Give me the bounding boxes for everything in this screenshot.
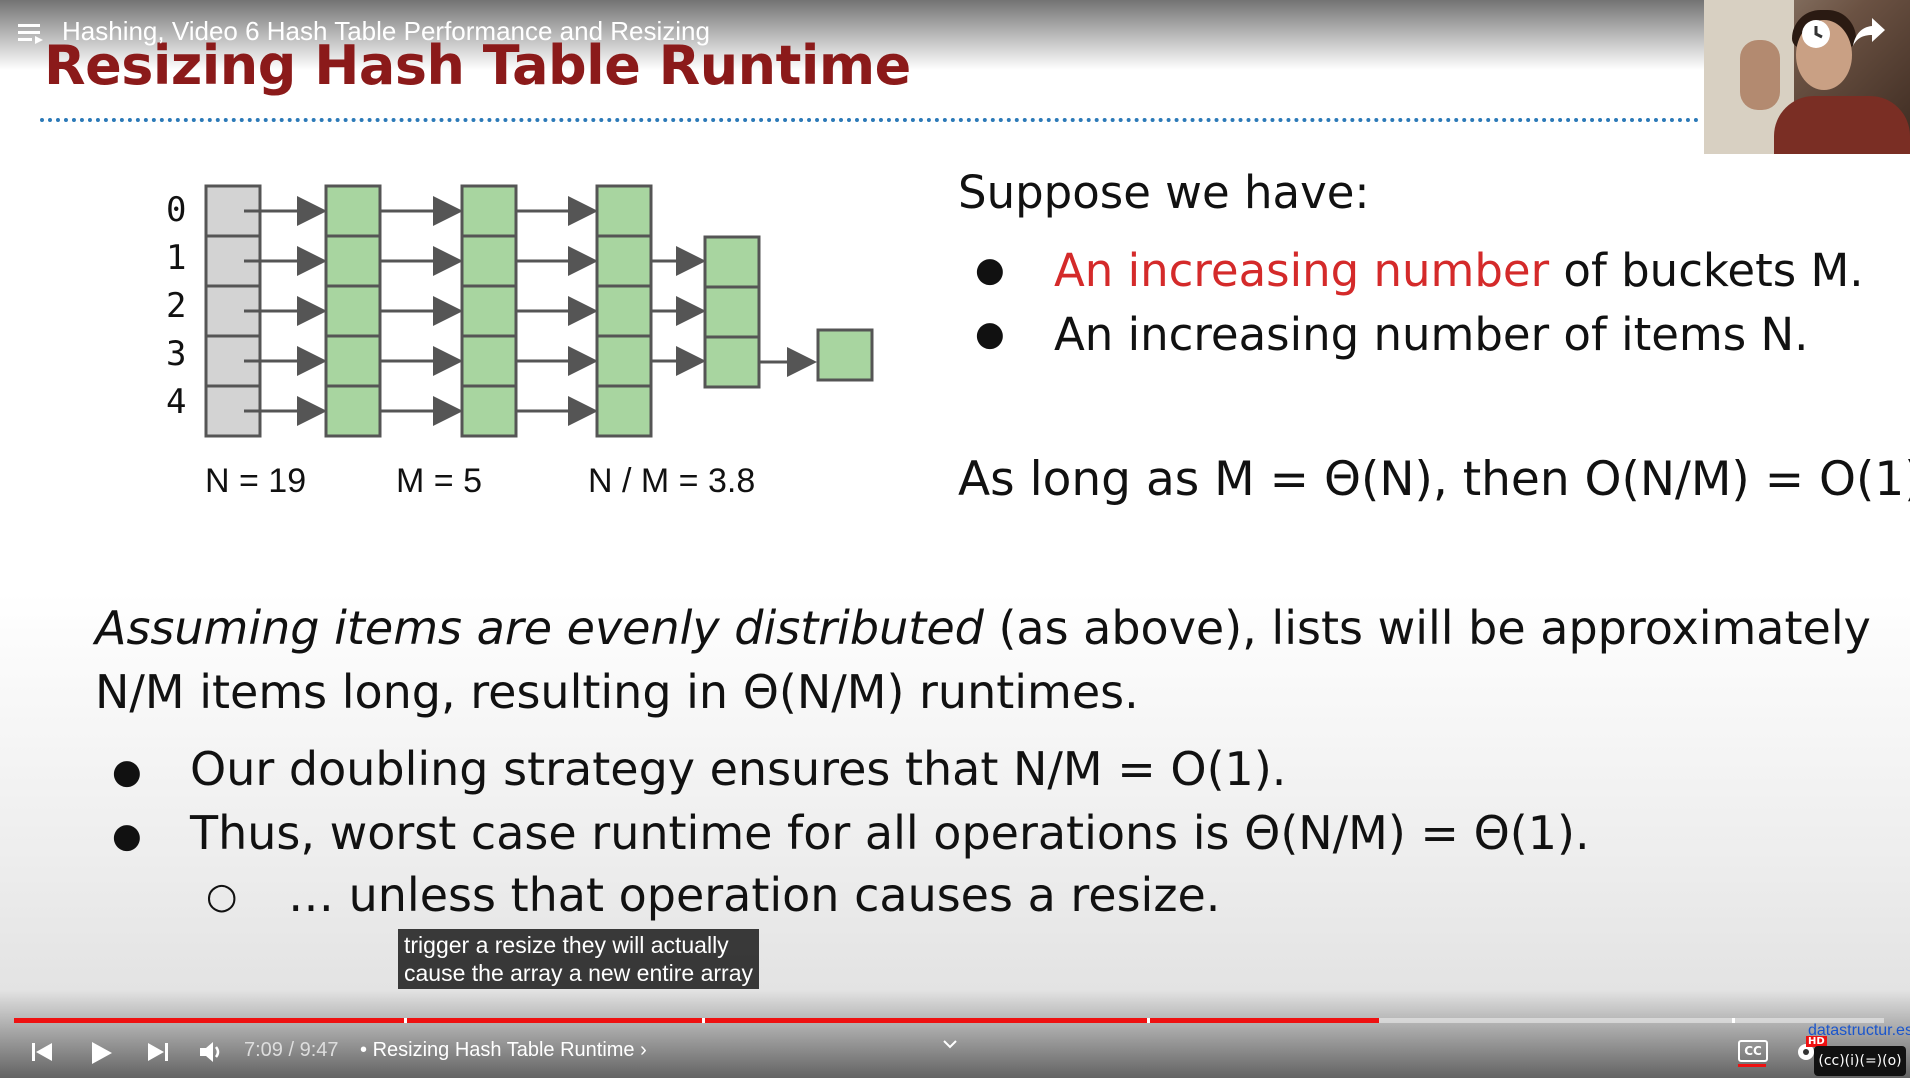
chain-node [324, 384, 382, 438]
chapter-marker [1147, 1018, 1150, 1023]
as-long-as-statement: As long as M = Θ(N), then O(N/M) = O(1). [958, 452, 1910, 507]
chain-node [595, 334, 653, 388]
label-m: M = 5 [396, 462, 482, 500]
creative-commons-license-badge: (cc)(i)(=)(o) [1814, 1046, 1906, 1076]
chain-node [460, 384, 518, 438]
bucket-index-label: 0 [166, 190, 187, 230]
chain-node [595, 384, 653, 438]
chapter-marker [1732, 1018, 1735, 1023]
share-icon[interactable] [1852, 16, 1886, 48]
chapter-marker [702, 1018, 705, 1023]
controls-shade [0, 990, 1910, 1078]
watch-later-icon[interactable] [1800, 18, 1832, 50]
sub-bullet: … unless that operation causes a resize. [288, 868, 1221, 922]
chain-node [703, 335, 761, 389]
chain-node [324, 334, 382, 388]
bottom-bullet-2: Thus, worst case runtime for all operati… [190, 806, 1590, 860]
bottom-bullet-1: Our doubling strategy ensures that N/M =… [190, 742, 1287, 796]
right-bullet-2: An increasing number of items N. [1054, 308, 1809, 361]
next-icon[interactable] [146, 1040, 170, 1064]
chain-node [324, 284, 382, 338]
chain-node [324, 234, 382, 288]
chapter-title[interactable]: • Resizing Hash Table Runtime › [360, 1039, 647, 1062]
hash-table-diagram [204, 184, 874, 438]
slide: Resizing Hash Table Runtime 01234 N = 19… [0, 0, 1910, 1078]
suppose-heading: Suppose we have: [958, 166, 1370, 219]
progress-bar[interactable] [14, 1018, 1884, 1023]
video-title[interactable]: Hashing, Video 6 Hash Table Performance … [62, 16, 710, 47]
chain-node [595, 284, 653, 338]
source-link[interactable]: datastructur.es [1808, 1022, 1910, 1040]
bullet-dot: ● [112, 752, 142, 792]
dotted-divider [40, 118, 1700, 122]
chain-node [595, 184, 653, 238]
chevron-down-icon[interactable] [942, 1038, 958, 1050]
time-display: 7:09 / 9:47 [244, 1039, 339, 1061]
chain-node [460, 234, 518, 288]
chain-node [460, 334, 518, 388]
bucket-index-label: 1 [166, 238, 187, 278]
chain-node [703, 285, 761, 339]
sub-bullet-circle: ○ [206, 876, 238, 917]
label-n: N = 19 [205, 462, 307, 500]
bucket-index-label: 3 [166, 334, 187, 374]
play-icon[interactable] [88, 1040, 114, 1066]
chain-node [460, 184, 518, 238]
closed-captions-button[interactable]: CC [1738, 1040, 1768, 1062]
bucket-index-label: 4 [166, 382, 187, 422]
bullet-dot: ● [112, 816, 142, 856]
closed-caption: trigger a resize they will actually caus… [398, 929, 760, 989]
chain-node [460, 284, 518, 338]
playlist-menu-icon[interactable] [18, 22, 44, 44]
assumption-paragraph: Assuming items are evenly distributed (a… [95, 601, 1871, 719]
chapter-marker [404, 1018, 407, 1023]
bullet-dot: ● [975, 250, 1005, 290]
volume-icon[interactable] [198, 1040, 226, 1064]
chain-node [595, 234, 653, 288]
previous-icon[interactable] [30, 1040, 54, 1064]
bucket-index-label: 2 [166, 286, 187, 326]
chain-node [703, 235, 761, 289]
bullet-dot: ● [975, 314, 1005, 354]
right-bullet-1: An increasing number of buckets M. [1054, 244, 1864, 297]
chain-node [816, 328, 874, 382]
label-ratio: N / M = 3.8 [588, 462, 756, 500]
cc-active-indicator [1738, 1064, 1766, 1067]
chain-node [324, 184, 382, 238]
progress-fill [14, 1018, 1380, 1023]
